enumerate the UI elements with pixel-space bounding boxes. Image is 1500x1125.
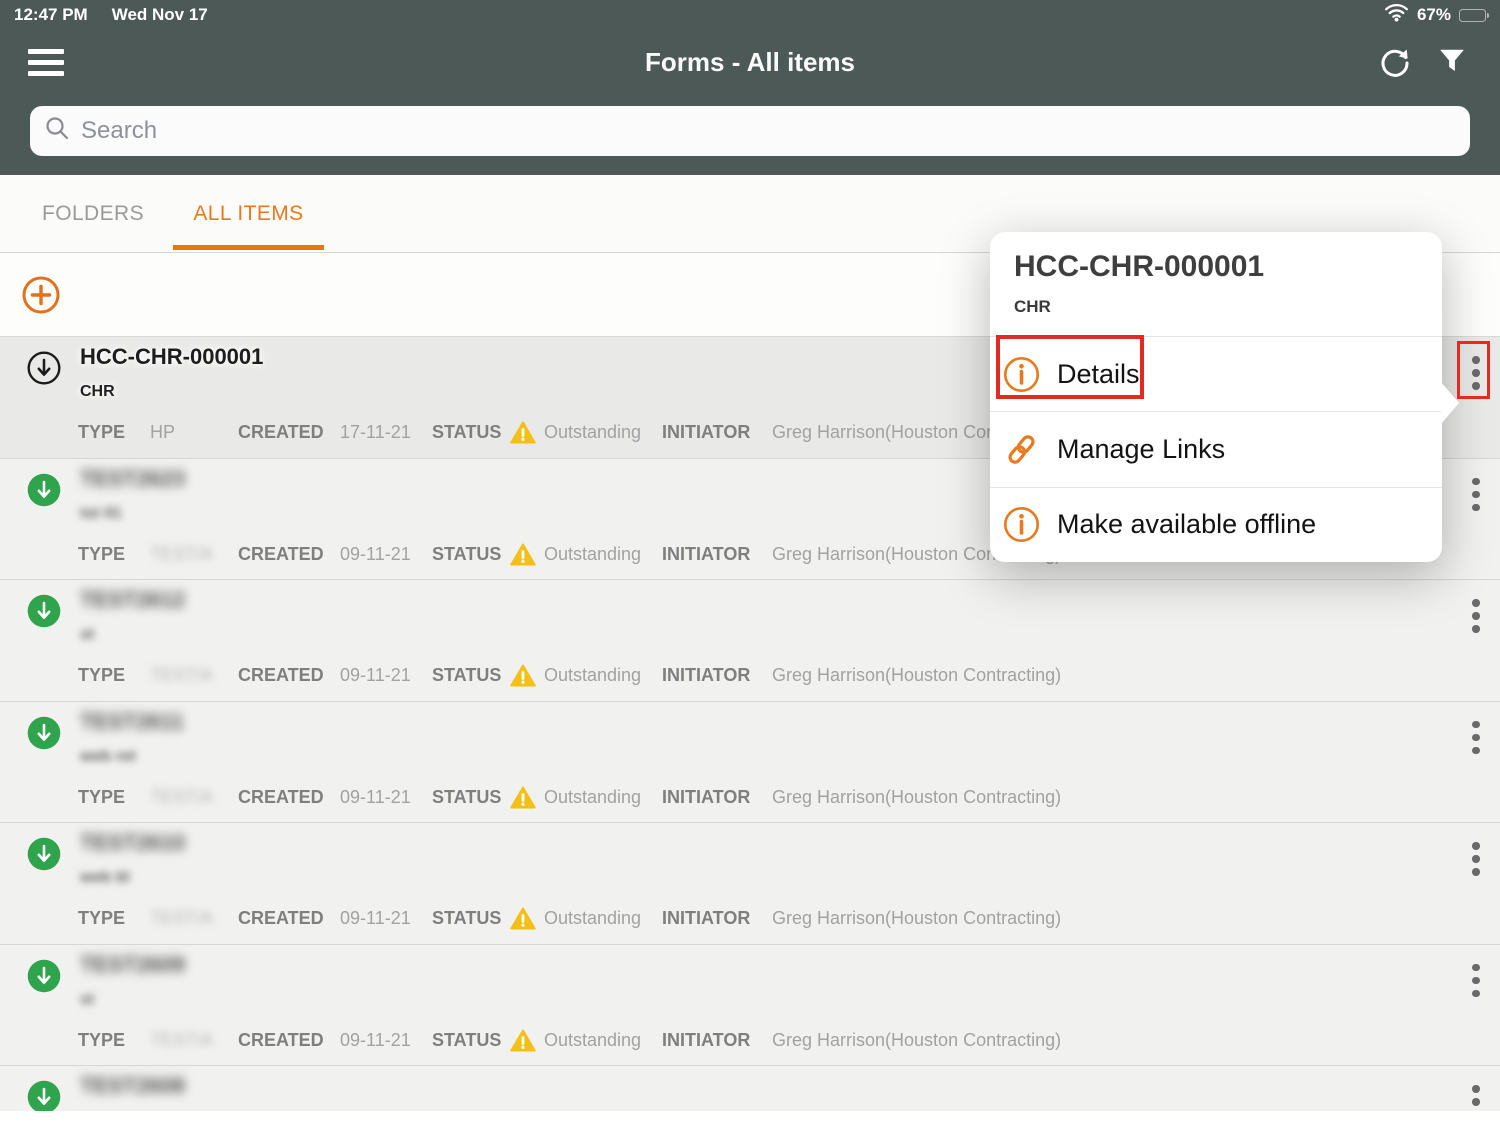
form-subtitle-redacted: st — [80, 991, 94, 1009]
warning-icon — [510, 664, 536, 687]
downloaded-icon — [27, 959, 61, 993]
form-meta: TYPE TEST/A CREATED 09-11-21 STATUS Outs… — [78, 786, 1061, 809]
form-title-redacted: TEST2610 — [80, 830, 185, 856]
form-row[interactable]: TEST2609 st TYPE TEST/A CREATED 09-11-21… — [0, 945, 1500, 1067]
form-meta: TYPE TEST/A CREATED 09-11-21 STATUS Outs… — [78, 907, 1061, 930]
nav-bar: Forms - All items — [0, 30, 1500, 95]
popup-arrow — [1441, 382, 1459, 424]
warning-icon — [510, 1029, 536, 1052]
add-form-button[interactable] — [21, 275, 61, 315]
tab-all-items[interactable]: ALL ITEMS — [173, 175, 324, 252]
form-row[interactable]: TEST2610 web bl TYPE TEST/A CREATED 09-1… — [0, 823, 1500, 945]
warning-icon — [510, 786, 536, 809]
info-icon — [1003, 506, 1040, 543]
more-options-icon[interactable] — [1472, 842, 1480, 881]
clock: 12:47 PM — [14, 5, 88, 25]
more-options-icon[interactable] — [1472, 478, 1480, 517]
form-subtitle: CHR — [80, 383, 115, 401]
downloaded-icon — [27, 837, 61, 871]
battery-percent: 67% — [1417, 5, 1451, 25]
menu-item-manage-links[interactable]: Manage Links — [990, 411, 1442, 486]
search-input[interactable] — [81, 117, 1456, 145]
form-meta: TYPE TEST/A CREATED 09-11-21 STATUS Outs… — [78, 664, 1061, 687]
downloaded-icon — [27, 594, 61, 628]
search-icon — [44, 115, 71, 147]
bottom-strip — [0, 1111, 1500, 1125]
form-title-redacted: TEST2611 — [80, 709, 184, 735]
form-title-redacted: TEST2608 — [80, 1073, 185, 1099]
form-row[interactable]: TEST2611 web ret TYPE TEST/A CREATED 09-… — [0, 702, 1500, 824]
form-meta: TYPE TEST/A CREATED 09-11-21 STATUS Outs… — [78, 1029, 1061, 1052]
form-row[interactable]: TEST2612 st TYPE TEST/A CREATED 09-11-21… — [0, 580, 1500, 702]
more-options-icon[interactable] — [1472, 356, 1480, 395]
form-subtitle-redacted: st — [80, 626, 94, 644]
form-title-redacted: TEST2623 — [80, 466, 185, 492]
context-menu-subtitle: CHR — [1014, 297, 1442, 317]
wifi-icon — [1384, 3, 1409, 27]
status-bar: 12:47 PM Wed Nov 17 67% — [0, 0, 1500, 30]
menu-item-make-available-offline[interactable]: Make available offline — [990, 487, 1442, 562]
form-meta: TYPE TEST/A CREATED 09-11-21 STATUS Outs… — [78, 543, 1061, 566]
page-title: Forms - All items — [0, 47, 1500, 78]
active-tab-underline — [173, 245, 324, 250]
form-row[interactable]: TEST2608 — [0, 1066, 1500, 1111]
warning-icon — [510, 907, 536, 930]
date: Wed Nov 17 — [112, 5, 208, 25]
search-area — [0, 95, 1500, 175]
form-subtitle-redacted: web ret — [80, 748, 136, 766]
filter-icon[interactable] — [1437, 46, 1471, 80]
tab-folders[interactable]: FOLDERS — [28, 175, 158, 252]
more-options-icon[interactable] — [1472, 1085, 1480, 1111]
context-menu-title: HCC-CHR-000001 — [1014, 250, 1442, 284]
warning-icon — [510, 543, 536, 566]
form-subtitle-redacted: tst 01 — [80, 505, 122, 523]
downloaded-icon — [27, 473, 61, 507]
warning-icon — [510, 421, 536, 444]
more-options-icon[interactable] — [1472, 964, 1480, 1003]
info-icon — [1003, 356, 1040, 393]
menu-item-details[interactable]: Details — [990, 336, 1442, 411]
more-options-icon[interactable] — [1472, 599, 1480, 638]
battery-icon — [1459, 9, 1486, 22]
refresh-icon[interactable] — [1378, 46, 1412, 80]
top-bar: 12:47 PM Wed Nov 17 67% — [0, 0, 1500, 175]
download-icon — [27, 351, 61, 385]
form-title-redacted: TEST2612 — [80, 587, 185, 613]
context-menu: HCC-CHR-000001 CHR Details — [990, 232, 1442, 562]
downloaded-icon — [27, 716, 61, 750]
search-bar[interactable] — [30, 106, 1470, 156]
form-title-redacted: TEST2609 — [80, 952, 185, 978]
more-options-icon[interactable] — [1472, 721, 1480, 760]
downloaded-icon — [27, 1080, 61, 1111]
link-icon — [1003, 431, 1040, 468]
context-menu-header: HCC-CHR-000001 CHR — [990, 232, 1442, 336]
app-screen: 12:47 PM Wed Nov 17 67% — [0, 0, 1500, 1125]
form-subtitle-redacted: web bl — [80, 869, 130, 887]
form-title: HCC-CHR-000001 — [80, 344, 263, 370]
form-meta: TYPE HP CREATED 17-11-21 STATUS Outstand… — [78, 421, 1061, 444]
